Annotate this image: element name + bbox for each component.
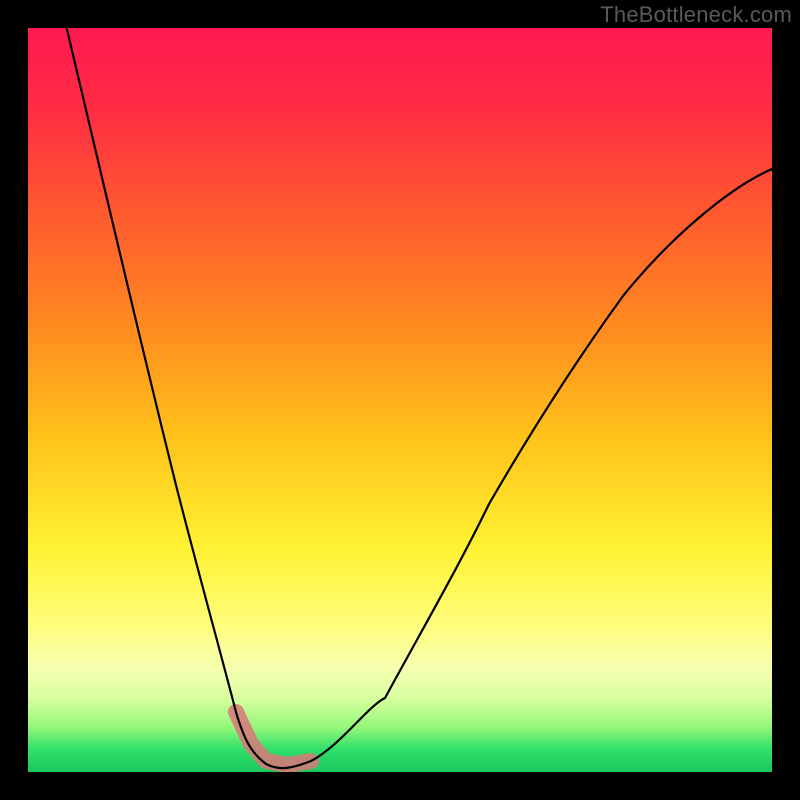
bottleneck-curve-line	[65, 28, 772, 768]
chart-frame	[28, 28, 772, 772]
optimal-zone-marker	[236, 712, 311, 765]
chart-svg	[28, 28, 772, 772]
watermark-text: TheBottleneck.com	[600, 2, 792, 28]
